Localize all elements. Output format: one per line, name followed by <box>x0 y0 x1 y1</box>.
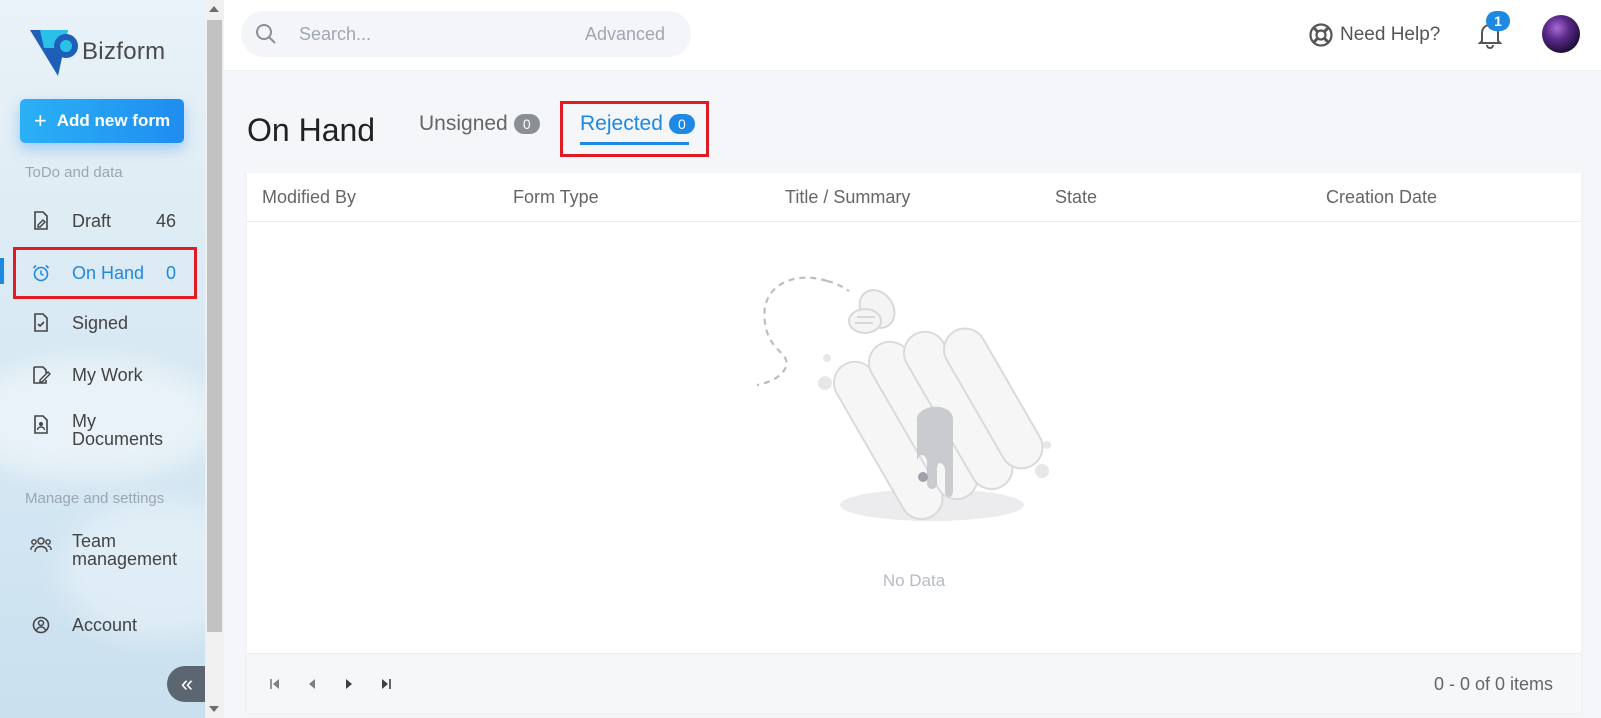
sidebar-item-label: Team management <box>72 532 177 568</box>
data-table: Modified By Form Type Title / Summary St… <box>247 173 1581 713</box>
pagination-bar: 0 - 0 of 0 items <box>247 653 1581 713</box>
sidebar-item-label: On Hand <box>72 262 145 283</box>
sidebar-scrollbar[interactable] <box>205 0 224 718</box>
sidebar-item-label: Account <box>72 614 138 635</box>
sidebar-item-my-work[interactable]: My Work <box>16 352 194 398</box>
sidebar-item-label: My Documents <box>72 412 163 448</box>
alarm-clock-icon <box>30 262 52 284</box>
search-box: Advanced <box>241 11 691 57</box>
collapse-sidebar-button[interactable]: « <box>167 666 205 702</box>
scroll-thumb[interactable] <box>207 20 222 632</box>
scroll-up-arrow-icon[interactable] <box>209 6 219 12</box>
tab-count-badge: 0 <box>513 114 540 134</box>
previous-page-icon[interactable] <box>304 676 320 692</box>
app-name: Bizform <box>82 38 166 65</box>
empty-state-illustration <box>757 276 1051 521</box>
avatar[interactable] <box>1542 15 1580 53</box>
label-line-1: My <box>72 411 96 431</box>
scroll-down-arrow-icon[interactable] <box>209 706 219 712</box>
sidebar-item-label: Draft <box>72 210 112 231</box>
notification-badge: 1 <box>1486 11 1510 31</box>
user-circle-icon <box>30 614 52 636</box>
next-page-icon[interactable] <box>341 676 357 692</box>
sidebar-item-label: My Work <box>72 364 143 385</box>
add-new-form-label: Add new form <box>56 111 171 130</box>
pen-document-icon <box>30 364 52 386</box>
tab-count-badge: 0 <box>668 114 695 134</box>
sidebar-item-draft[interactable]: Draft 46 <box>16 198 194 244</box>
file-check-icon <box>30 312 52 334</box>
tab-rejected[interactable]: Rejected 0 <box>580 112 695 136</box>
sidebar-item-on-hand[interactable]: On Hand 0 <box>13 247 197 299</box>
search-icon[interactable] <box>255 23 277 45</box>
table-header: Modified By Form Type Title / Summary St… <box>247 173 1581 222</box>
lifebuoy-icon <box>1309 23 1333 47</box>
bizform-logo-icon <box>30 30 78 76</box>
need-help-label: Need Help? <box>1340 24 1441 45</box>
sidebar-item-account[interactable]: Account <box>16 602 194 648</box>
search-input[interactable] <box>297 22 571 46</box>
last-page-icon[interactable] <box>378 676 394 692</box>
column-header-state[interactable]: State <box>1055 187 1097 208</box>
page-title: On Hand <box>247 112 376 148</box>
file-edit-icon <box>30 210 52 232</box>
label-line-1: Team <box>72 531 117 551</box>
sidebar-item-count: 46 <box>155 210 176 231</box>
empty-state-text: No Data <box>882 571 946 590</box>
column-header-form-type[interactable]: Form Type <box>513 187 599 208</box>
sidebar-item-label: Signed <box>72 312 129 333</box>
column-header-creation-date[interactable]: Creation Date <box>1326 187 1437 208</box>
sidebar-item-signed[interactable]: Signed <box>16 300 194 346</box>
app-logo[interactable]: Bizform <box>28 26 165 78</box>
first-page-icon[interactable] <box>267 676 283 692</box>
team-icon <box>30 534 52 556</box>
section-label-todo: ToDo and data <box>25 164 123 181</box>
sidebar-item-count: 0 <box>165 262 176 283</box>
active-indicator <box>0 258 4 284</box>
column-header-modified-by[interactable]: Modified By <box>262 187 356 208</box>
double-chevron-left-icon: « <box>180 671 194 696</box>
top-bar: Advanced Need Help? 1 <box>224 0 1601 71</box>
tab-label: Rejected <box>580 112 663 135</box>
sidebar-item-my-documents[interactable]: My Documents <box>16 412 194 464</box>
add-new-form-button[interactable]: + Add new form <box>20 99 184 143</box>
plus-icon: + <box>33 108 47 133</box>
need-help-link[interactable]: Need Help? <box>1308 22 1440 48</box>
sidebar: Bizform + Add new form ToDo and data Dra… <box>0 0 205 718</box>
advanced-search-link[interactable]: Advanced <box>585 24 665 45</box>
document-user-icon <box>30 414 52 436</box>
column-header-title-summary[interactable]: Title / Summary <box>785 187 910 208</box>
section-label-manage: Manage and settings <box>25 490 165 507</box>
label-line-2: management <box>72 549 178 569</box>
active-tab-underline <box>580 142 689 145</box>
pagination-info: 0 - 0 of 0 items <box>1433 674 1553 694</box>
label-line-2: Documents <box>72 429 164 449</box>
sidebar-item-team-management[interactable]: Team management <box>16 532 194 584</box>
tab-unsigned[interactable]: Unsigned 0 <box>419 112 540 136</box>
tab-label: Unsigned <box>419 112 508 135</box>
